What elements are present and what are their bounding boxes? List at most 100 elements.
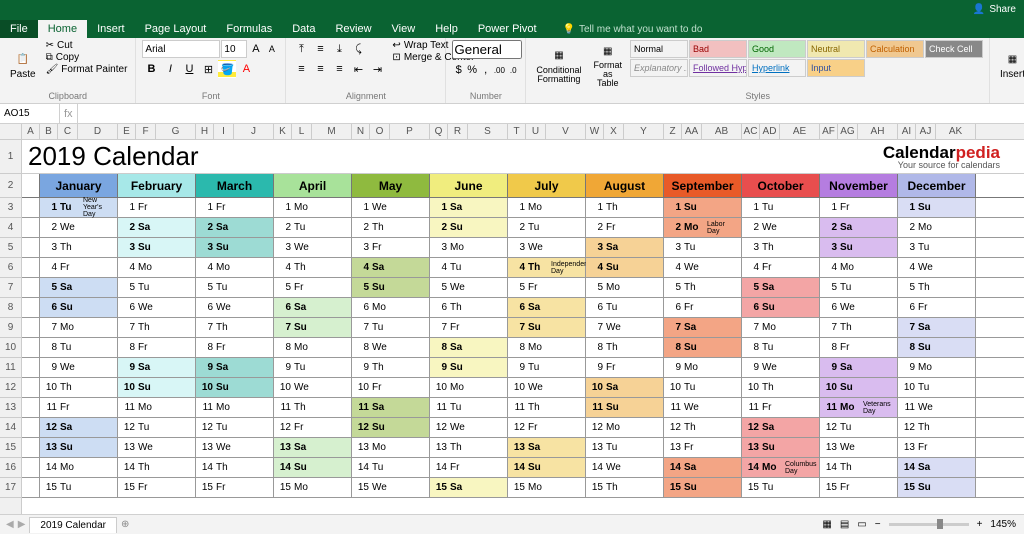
col-header[interactable]: N — [352, 124, 370, 139]
day-cell[interactable]: 7Sa — [898, 318, 976, 337]
day-cell[interactable]: 12We — [430, 418, 508, 437]
font-color-button[interactable]: A — [237, 60, 255, 78]
day-cell[interactable]: 1Th — [586, 198, 664, 217]
day-cell[interactable]: 8We — [352, 338, 430, 357]
insert-cells-button[interactable]: ▦Insert — [996, 40, 1024, 90]
day-cell[interactable]: 14Su — [508, 458, 586, 477]
col-header[interactable]: S — [468, 124, 508, 139]
day-cell[interactable]: 4Su — [586, 258, 664, 277]
day-cell[interactable]: 13We — [820, 438, 898, 457]
day-cell[interactable]: 2Th — [352, 218, 430, 237]
day-cell[interactable]: 4ThIndependence Day — [508, 258, 586, 277]
tab-data[interactable]: Data — [282, 20, 325, 38]
percent-button[interactable]: % — [466, 61, 478, 79]
day-cell[interactable]: 4Fr — [742, 258, 820, 277]
col-header[interactable]: AK — [936, 124, 976, 139]
view-pagebreak-button[interactable]: ▭ — [857, 519, 866, 530]
col-header[interactable]: AA — [682, 124, 702, 139]
border-button[interactable]: ⊞ — [199, 60, 217, 78]
col-header[interactable]: AB — [702, 124, 742, 139]
col-header[interactable]: L — [292, 124, 312, 139]
day-cell[interactable]: 14Sa — [664, 458, 742, 477]
day-cell[interactable]: 11Sa — [352, 398, 430, 417]
day-cell[interactable]: 13Mo — [352, 438, 430, 457]
col-header[interactable]: V — [546, 124, 586, 139]
cells[interactable]: 2019 Calendar Calendarpedia Your source … — [22, 140, 1024, 514]
tab-nav-prev[interactable]: ◀ — [6, 519, 14, 530]
day-cell[interactable]: 10We — [274, 378, 352, 397]
decrease-font-button[interactable]: A — [264, 40, 279, 58]
day-cell[interactable]: 5Th — [898, 278, 976, 297]
tab-insert[interactable]: Insert — [87, 20, 135, 38]
day-cell[interactable]: 2We — [40, 218, 118, 237]
col-header[interactable]: AF — [820, 124, 838, 139]
day-cell[interactable]: 7Mo — [742, 318, 820, 337]
row-header[interactable]: 5 — [0, 238, 21, 258]
day-cell[interactable]: 3Tu — [898, 238, 976, 257]
day-cell[interactable]: 10Sa — [586, 378, 664, 397]
name-box[interactable]: AO15 — [0, 104, 60, 123]
day-cell[interactable]: 12Fr — [508, 418, 586, 437]
font-size-select[interactable] — [221, 40, 247, 58]
row-headers[interactable]: 1234567891011121314151617 — [0, 140, 22, 514]
day-cell[interactable]: 14Fr — [430, 458, 508, 477]
style-checkcell[interactable]: Check Cell — [925, 40, 983, 58]
day-cell[interactable]: 6Sa — [274, 298, 352, 317]
style-hyperlink[interactable]: Hyperlink — [748, 59, 806, 77]
col-header[interactable]: C — [58, 124, 78, 139]
day-cell[interactable]: 15Su — [898, 478, 976, 497]
day-cell[interactable]: 3Mo — [430, 238, 508, 257]
align-right-button[interactable]: ≡ — [330, 60, 348, 78]
day-cell[interactable]: 10Th — [742, 378, 820, 397]
day-cell[interactable]: 1Sa — [430, 198, 508, 217]
row-header[interactable]: 7 — [0, 278, 21, 298]
decrease-indent-button[interactable]: ⇤ — [349, 60, 367, 78]
number-format-select[interactable] — [452, 40, 522, 59]
bold-button[interactable]: B — [142, 60, 160, 78]
day-cell[interactable]: 1Fr — [196, 198, 274, 217]
day-cell[interactable]: 6Sa — [508, 298, 586, 317]
col-header[interactable]: G — [156, 124, 196, 139]
day-cell[interactable]: 13Th — [430, 438, 508, 457]
day-cell[interactable]: 13Su — [742, 438, 820, 457]
col-header[interactable]: A — [22, 124, 40, 139]
day-cell[interactable]: 12Th — [664, 418, 742, 437]
day-cell[interactable]: 5Th — [664, 278, 742, 297]
day-cell[interactable]: 7We — [586, 318, 664, 337]
day-cell[interactable]: 6Su — [742, 298, 820, 317]
day-cell[interactable]: 14Th — [118, 458, 196, 477]
day-cell[interactable]: 11We — [898, 398, 976, 417]
day-cell[interactable]: 8Su — [898, 338, 976, 357]
tab-review[interactable]: Review — [325, 20, 381, 38]
col-header[interactable]: E — [118, 124, 136, 139]
font-name-select[interactable] — [142, 40, 220, 58]
col-header[interactable]: Z — [664, 124, 682, 139]
day-cell[interactable]: 15Tu — [40, 478, 118, 497]
increase-indent-button[interactable]: ⇥ — [368, 60, 386, 78]
day-cell[interactable]: 9Mo — [898, 358, 976, 377]
day-cell[interactable]: 9Sa — [820, 358, 898, 377]
tab-formulas[interactable]: Formulas — [216, 20, 282, 38]
day-cell[interactable]: 11Mo — [118, 398, 196, 417]
col-header[interactable]: AC — [742, 124, 760, 139]
day-cell[interactable]: 1Su — [898, 198, 976, 217]
copy-button[interactable]: ⧉Copy — [44, 52, 130, 63]
day-cell[interactable]: 4Sa — [352, 258, 430, 277]
day-cell[interactable]: 5Fr — [274, 278, 352, 297]
day-cell[interactable]: 1Mo — [508, 198, 586, 217]
day-cell[interactable]: 2Sa — [118, 218, 196, 237]
tab-pagelayout[interactable]: Page Layout — [135, 20, 217, 38]
day-cell[interactable]: 11Th — [274, 398, 352, 417]
day-cell[interactable]: 12Tu — [820, 418, 898, 437]
day-cell[interactable]: 4Mo — [820, 258, 898, 277]
day-cell[interactable]: 14Th — [196, 458, 274, 477]
row-header[interactable]: 17 — [0, 478, 21, 498]
col-header[interactable]: O — [370, 124, 390, 139]
italic-button[interactable]: I — [161, 60, 179, 78]
paste-button[interactable]: 📋Paste — [6, 40, 40, 90]
day-cell[interactable]: 3Su — [118, 238, 196, 257]
tab-file[interactable]: File — [0, 20, 38, 38]
day-cell[interactable]: 12Tu — [118, 418, 196, 437]
day-cell[interactable]: 11Tu — [430, 398, 508, 417]
day-cell[interactable]: 1Su — [664, 198, 742, 217]
